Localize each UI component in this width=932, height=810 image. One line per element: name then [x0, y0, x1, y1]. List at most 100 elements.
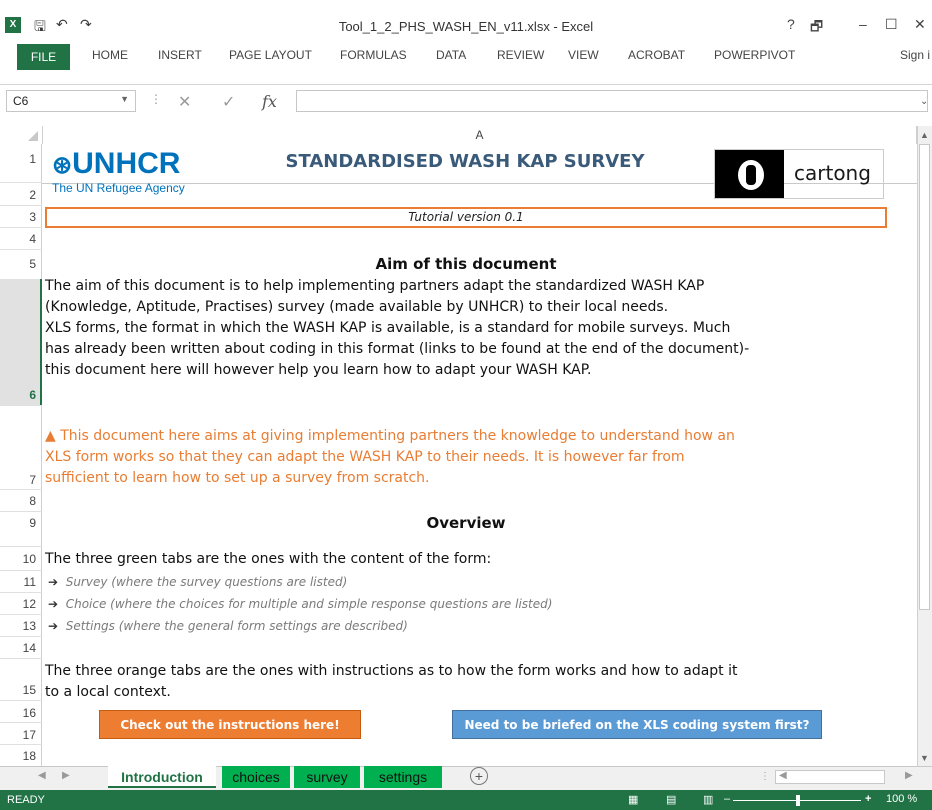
orange-tabs-intro: The three orange tabs are the ones with … — [45, 661, 738, 703]
row-number[interactable]: 7 — [0, 473, 36, 487]
unhcr-logo-subtitle: The UN Refugee Agency — [52, 181, 185, 195]
tab-page-layout[interactable]: PAGE LAYOUT — [229, 48, 312, 62]
scroll-down-icon[interactable]: ▼ — [920, 753, 929, 763]
row-number[interactable]: 13 — [0, 619, 36, 633]
overview-heading: Overview — [426, 514, 506, 532]
page-break-view-icon[interactable]: ▥ — [703, 793, 713, 806]
minimize-icon[interactable]: – — [859, 16, 867, 32]
maximize-icon[interactable]: ☐ — [885, 16, 898, 33]
row-number[interactable]: 8 — [0, 494, 36, 508]
warning-line: This document here aims at giving implem… — [60, 428, 735, 444]
xls-briefing-button[interactable]: Need to be briefed on the XLS coding sys… — [452, 710, 822, 739]
tab-review[interactable]: REVIEW — [497, 48, 544, 62]
aim-line: The aim of this document is to help impl… — [45, 278, 705, 294]
zoom-slider-thumb[interactable] — [796, 795, 800, 806]
add-sheet-button[interactable]: + — [470, 767, 488, 785]
chevron-down-icon[interactable]: ▼ — [120, 94, 129, 104]
column-header-a[interactable]: A — [42, 126, 917, 144]
sheet-tab-introduction[interactable]: Introduction — [108, 766, 216, 788]
row-divider — [0, 405, 42, 406]
scroll-right-icon[interactable]: ▶ — [905, 770, 913, 781]
tab-acrobat[interactable]: ACROBAT — [628, 48, 685, 62]
page-layout-view-icon[interactable]: ▤ — [666, 793, 676, 806]
row-number[interactable]: 18 — [0, 749, 36, 763]
sheet-tab-settings[interactable]: settings — [364, 766, 442, 788]
row-number[interactable]: 10 — [0, 552, 36, 566]
unhcr-logo-text: UNHCR — [72, 147, 181, 180]
close-icon[interactable]: ✕ — [914, 16, 926, 33]
insert-function-icon[interactable]: fx — [262, 92, 277, 111]
row-divider — [0, 546, 42, 547]
normal-view-icon[interactable]: ▦ — [628, 793, 638, 806]
cartong-logo-text: cartong — [794, 161, 871, 185]
cancel-icon[interactable]: ✕ — [178, 92, 191, 112]
warning-icon: ▲ — [45, 428, 56, 444]
arrow-right-icon: ➔ — [48, 619, 59, 633]
row-divider — [0, 227, 42, 228]
row-divider — [0, 636, 42, 637]
formula-input[interactable] — [296, 90, 928, 112]
aim-line: this document here will however help you… — [45, 362, 592, 378]
row-number[interactable]: 1 — [0, 152, 36, 166]
ribbon-collapsed — [0, 71, 932, 85]
row-divider — [0, 592, 42, 593]
sheet-tab-choices[interactable]: choices — [222, 766, 290, 788]
tab-insert[interactable]: INSERT — [158, 48, 202, 62]
sheet-next-icon[interactable]: ▶ — [62, 770, 70, 781]
list-item: ➔ Survey (where the survey questions are… — [48, 575, 347, 589]
row-number[interactable]: 17 — [0, 728, 36, 742]
tab-data[interactable]: DATA — [436, 48, 466, 62]
row-divider — [0, 205, 42, 206]
aim-line: has already been written about coding in… — [45, 341, 750, 357]
row-number[interactable]: 16 — [0, 706, 36, 720]
warning-line: sufficient to learn how to set up a surv… — [45, 470, 430, 486]
row-number[interactable]: 9 — [0, 516, 36, 530]
row-number[interactable]: 5 — [0, 257, 36, 271]
ribbon-display-icon[interactable]: 🗗 — [810, 16, 823, 40]
scroll-up-icon[interactable]: ▲ — [920, 130, 929, 140]
arrow-right-icon: ➔ — [48, 575, 59, 589]
status-text: READY — [7, 794, 45, 806]
row-divider — [0, 614, 42, 615]
row-divider — [0, 722, 42, 723]
more-icon: ⋮ — [150, 92, 162, 106]
orange-intro-line: The three orange tabs are the ones with … — [45, 663, 738, 679]
help-icon[interactable]: ? — [787, 16, 795, 32]
excel-window: { "window": { "title": "Tool_1_2_PHS_WAS… — [0, 0, 932, 810]
tab-home[interactable]: HOME — [92, 48, 128, 62]
zoom-out-icon[interactable]: – — [724, 793, 730, 805]
row-number[interactable]: 4 — [0, 232, 36, 246]
zoom-in-icon[interactable]: + — [865, 793, 871, 805]
name-box-value: C6 — [13, 94, 29, 108]
expand-formula-icon[interactable]: ⌄ — [920, 96, 928, 107]
row-divider — [0, 489, 42, 490]
horizontal-scrollbar[interactable] — [775, 770, 885, 784]
name-box[interactable]: C6 ▼ — [6, 90, 136, 112]
row-number[interactable]: 14 — [0, 641, 36, 655]
aim-heading: Aim of this document — [375, 255, 557, 273]
row-number[interactable]: 15 — [0, 683, 36, 697]
scroll-left-icon[interactable]: ◀ — [779, 770, 787, 781]
document-title: STANDARDISED WASH KAP SURVEY — [285, 151, 645, 172]
tab-powerpivot[interactable]: POWERPIVOT — [714, 48, 795, 62]
enter-icon[interactable]: ✓ — [222, 92, 235, 112]
aim-line: XLS forms, the format in which the WASH … — [45, 320, 731, 336]
row-number-selected[interactable]: 6 — [0, 388, 36, 402]
green-tabs-intro: The three green tabs are the ones with t… — [45, 551, 492, 567]
row-number[interactable]: 2 — [0, 188, 36, 202]
aim-line: (Knowledge, Aptitude, Practises) survey … — [45, 299, 669, 315]
tab-formulas[interactable]: FORMULAS — [340, 48, 407, 62]
sign-in-link[interactable]: Sign i — [900, 48, 930, 62]
row-number[interactable]: 3 — [0, 210, 36, 224]
sheet-tab-survey[interactable]: survey — [294, 766, 360, 788]
tab-file[interactable]: FILE — [17, 44, 70, 70]
zoom-level[interactable]: 100 % — [886, 793, 917, 805]
row-header-selected[interactable] — [0, 279, 42, 405]
unhcr-emblem-icon: ⊛ — [52, 152, 73, 179]
row-number[interactable]: 11 — [0, 575, 36, 589]
vertical-scroll-thumb[interactable] — [919, 144, 930, 610]
sheet-prev-icon[interactable]: ◀ — [38, 770, 46, 781]
row-number[interactable]: 12 — [0, 597, 36, 611]
tab-view[interactable]: VIEW — [568, 48, 599, 62]
instructions-button[interactable]: Check out the instructions here! — [99, 710, 361, 739]
